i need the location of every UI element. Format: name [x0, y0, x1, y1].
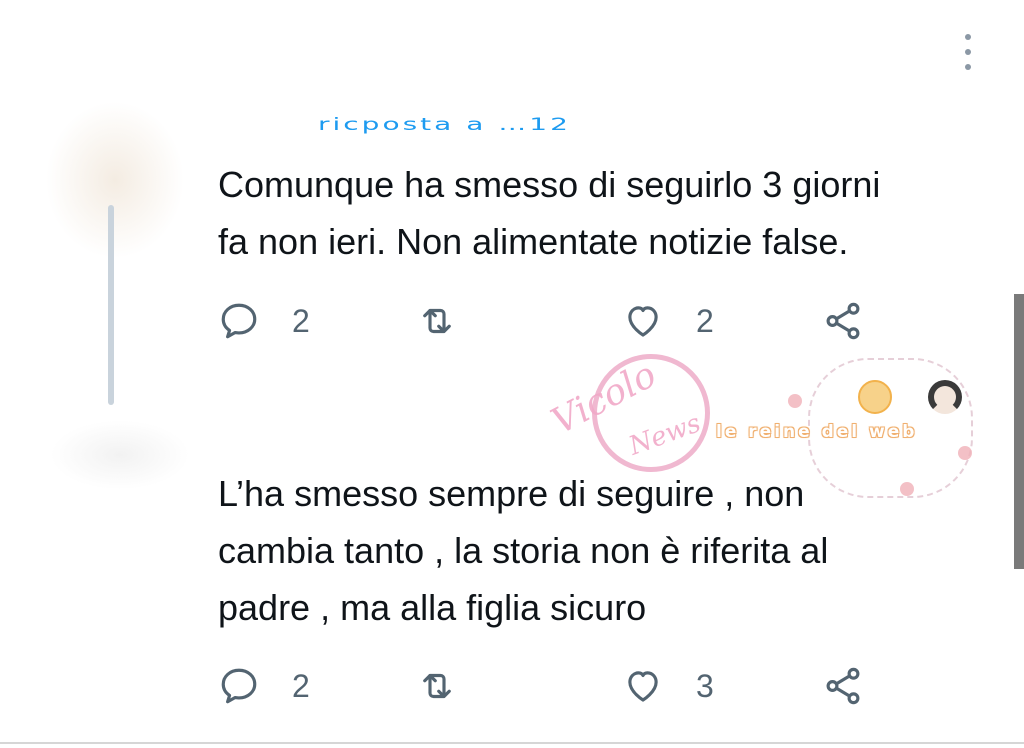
- share-icon: [826, 667, 860, 705]
- like-button[interactable]: 3: [622, 661, 714, 711]
- reply-icon: [221, 668, 257, 704]
- avatar[interactable]: [40, 95, 190, 265]
- reply-button[interactable]: 2: [218, 661, 310, 711]
- retweet-button[interactable]: [416, 661, 490, 711]
- more-options-button[interactable]: [958, 30, 978, 74]
- redaction-mask: [300, 82, 720, 104]
- more-dot-icon: [965, 49, 971, 55]
- reply-icon: [221, 303, 257, 339]
- heart-icon: [628, 671, 658, 702]
- watermark-circle: [592, 354, 710, 472]
- share-button[interactable]: [822, 661, 864, 711]
- retweet-button[interactable]: [416, 296, 490, 346]
- watermark-script-text: Vicolo: [544, 354, 663, 443]
- tweet-text: Comunque ha smesso di seguirlo 3 giorni …: [218, 164, 881, 262]
- retweet-icon: [423, 308, 451, 334]
- share-icon: [826, 302, 860, 340]
- heart-icon: [628, 306, 658, 337]
- cartoon-face-icon: [858, 380, 892, 414]
- reply-count: 2: [292, 667, 310, 704]
- like-button[interactable]: 2: [622, 296, 714, 346]
- reply-button[interactable]: 2: [218, 296, 310, 346]
- more-dot-icon: [965, 34, 971, 40]
- like-count: 3: [696, 667, 714, 704]
- tweet-text: L’ha smesso sempre di seguire , non camb…: [218, 473, 829, 628]
- paw-icon: [958, 446, 972, 460]
- avatar[interactable]: [50, 420, 190, 490]
- retweet-icon: [423, 673, 451, 699]
- more-dot-icon: [965, 64, 971, 70]
- reply-count: 2: [292, 302, 310, 339]
- thread-connector-line: [108, 205, 114, 405]
- share-button[interactable]: [822, 296, 864, 346]
- scrollbar[interactable]: [1014, 294, 1024, 569]
- cartoon-face-icon: [928, 380, 962, 414]
- replying-to-label[interactable]: ricposta a …12: [318, 114, 571, 136]
- watermark-tagline: le reine del web: [716, 422, 918, 442]
- paw-icon: [788, 394, 802, 408]
- like-count: 2: [696, 302, 714, 339]
- watermark-script-text: News: [625, 408, 705, 462]
- divider: [0, 742, 1024, 744]
